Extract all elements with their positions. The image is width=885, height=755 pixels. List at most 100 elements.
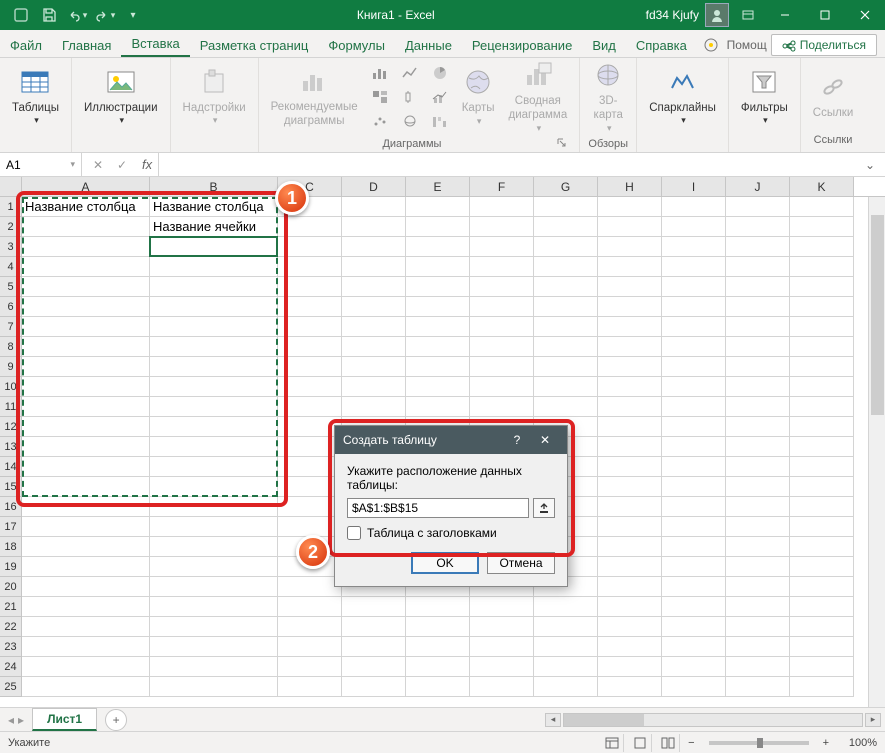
cell[interactable]	[22, 397, 150, 417]
cell[interactable]	[790, 337, 854, 357]
tab-home[interactable]: Главная	[52, 33, 121, 57]
cell[interactable]	[278, 617, 342, 637]
cell[interactable]	[662, 397, 726, 417]
cancel-button[interactable]: Отмена	[487, 552, 555, 574]
cell[interactable]	[534, 677, 598, 697]
charts-dialog-launcher[interactable]	[557, 138, 569, 150]
normal-view-icon[interactable]	[600, 734, 624, 752]
cell[interactable]	[790, 417, 854, 437]
cell[interactable]	[150, 337, 278, 357]
dialog-titlebar[interactable]: Создать таблицу ? ✕	[335, 426, 567, 454]
cell[interactable]	[534, 617, 598, 637]
cell[interactable]	[598, 377, 662, 397]
cell[interactable]	[342, 597, 406, 617]
cell[interactable]	[470, 397, 534, 417]
combo-chart-icon[interactable]	[428, 86, 452, 108]
cell[interactable]	[790, 457, 854, 477]
range-input[interactable]	[347, 498, 529, 518]
cell[interactable]	[342, 277, 406, 297]
cell[interactable]	[22, 617, 150, 637]
cell[interactable]	[406, 217, 470, 237]
cell[interactable]	[662, 217, 726, 237]
cell[interactable]	[470, 597, 534, 617]
cell[interactable]	[22, 557, 150, 577]
cell[interactable]	[470, 617, 534, 637]
cell[interactable]	[342, 377, 406, 397]
surface-chart-icon[interactable]	[398, 110, 422, 132]
column-chart-icon[interactable]	[368, 62, 392, 84]
cell[interactable]	[790, 497, 854, 517]
cell[interactable]	[22, 457, 150, 477]
cell[interactable]	[790, 617, 854, 637]
row-header[interactable]: 13	[0, 437, 22, 457]
cell[interactable]	[534, 197, 598, 217]
cell[interactable]	[534, 317, 598, 337]
cancel-formula-icon[interactable]: ✕	[88, 156, 108, 174]
cell[interactable]	[662, 617, 726, 637]
cell[interactable]	[662, 557, 726, 577]
cell[interactable]	[534, 637, 598, 657]
cell[interactable]	[790, 357, 854, 377]
cell[interactable]	[342, 197, 406, 217]
cell[interactable]	[726, 337, 790, 357]
formula-expand-icon[interactable]: ⌄	[865, 158, 885, 172]
cell[interactable]	[790, 517, 854, 537]
cell[interactable]	[150, 377, 278, 397]
row-header[interactable]: 23	[0, 637, 22, 657]
cell[interactable]	[278, 457, 342, 477]
hierarchy-chart-icon[interactable]	[368, 86, 392, 108]
cell[interactable]	[534, 357, 598, 377]
cell[interactable]	[726, 557, 790, 577]
cell[interactable]	[598, 357, 662, 377]
cell[interactable]	[150, 657, 278, 677]
cell[interactable]	[342, 237, 406, 257]
cell[interactable]	[726, 637, 790, 657]
cell[interactable]	[598, 677, 662, 697]
cell[interactable]	[662, 377, 726, 397]
cell[interactable]	[534, 397, 598, 417]
cell[interactable]	[470, 297, 534, 317]
cell[interactable]	[790, 397, 854, 417]
cell[interactable]	[470, 657, 534, 677]
tab-view[interactable]: Вид	[582, 33, 626, 57]
col-header-g[interactable]: G	[534, 177, 598, 196]
tab-file[interactable]: Файл	[0, 33, 52, 57]
cell[interactable]	[662, 237, 726, 257]
row-header[interactable]: 9	[0, 357, 22, 377]
cell[interactable]	[150, 497, 278, 517]
cell[interactable]	[22, 217, 150, 237]
cell[interactable]	[470, 637, 534, 657]
cell[interactable]	[726, 277, 790, 297]
cell[interactable]	[470, 677, 534, 697]
cell[interactable]	[406, 297, 470, 317]
cell[interactable]	[726, 577, 790, 597]
cell[interactable]	[150, 317, 278, 337]
cell[interactable]	[406, 377, 470, 397]
cell[interactable]	[406, 397, 470, 417]
sheet-nav[interactable]: ◂ ▸	[0, 713, 32, 727]
cell[interactable]	[662, 297, 726, 317]
sheet-next-icon[interactable]: ▸	[18, 713, 24, 727]
cell[interactable]	[534, 297, 598, 317]
cell[interactable]	[406, 237, 470, 257]
row-header[interactable]: 10	[0, 377, 22, 397]
cell[interactable]	[406, 617, 470, 637]
cell[interactable]	[662, 577, 726, 597]
cell[interactable]	[278, 317, 342, 337]
zoom-slider[interactable]	[709, 741, 809, 745]
col-header-d[interactable]: D	[342, 177, 406, 196]
select-all-corner[interactable]	[0, 177, 22, 196]
row-header[interactable]: 24	[0, 657, 22, 677]
cell[interactable]	[726, 197, 790, 217]
redo-icon[interactable]: ▾	[92, 3, 118, 27]
cell[interactable]	[598, 557, 662, 577]
cell[interactable]	[342, 397, 406, 417]
cell[interactable]	[278, 637, 342, 657]
cell[interactable]	[534, 217, 598, 237]
cell[interactable]	[726, 677, 790, 697]
add-sheet-button[interactable]: +	[105, 709, 127, 731]
cell[interactable]	[278, 477, 342, 497]
fx-label[interactable]: fx	[136, 157, 152, 172]
cell[interactable]	[22, 497, 150, 517]
cell[interactable]	[662, 277, 726, 297]
